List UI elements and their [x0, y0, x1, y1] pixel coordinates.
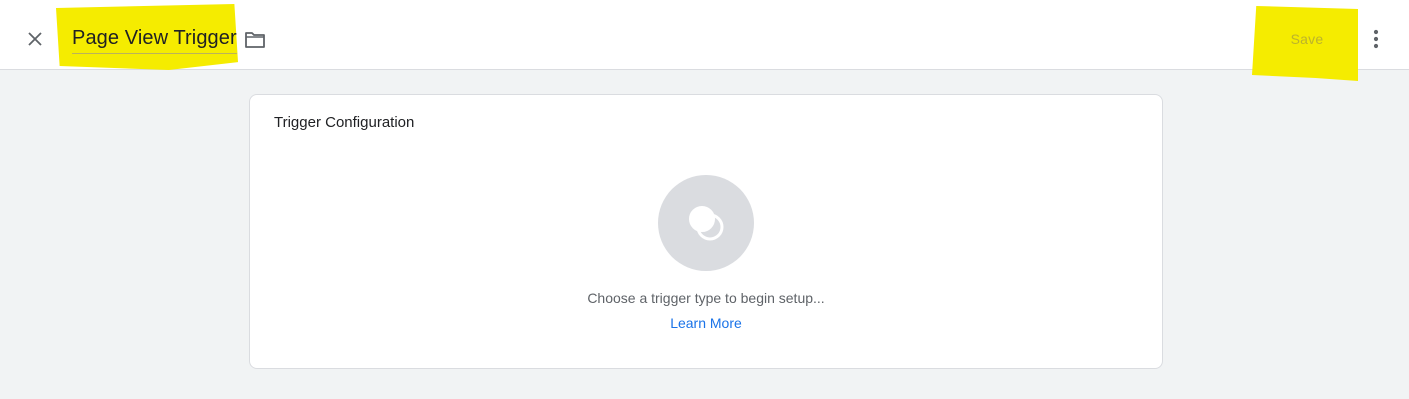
folder-button[interactable]	[242, 28, 268, 52]
save-button[interactable]: Save	[1268, 26, 1346, 52]
trigger-name-field[interactable]: Page View Trigger	[72, 27, 237, 54]
card-title: Trigger Configuration	[274, 114, 415, 131]
trigger-configuration-card: Trigger Configuration Choose a trigger t…	[249, 94, 1163, 369]
choose-trigger-type-button[interactable]	[658, 175, 754, 271]
learn-more-link[interactable]: Learn More	[250, 315, 1162, 331]
more-options-button[interactable]	[1364, 26, 1388, 52]
top-bar: Page View Trigger Save	[0, 0, 1409, 81]
folder-icon	[245, 32, 265, 48]
trigger-type-icon	[689, 206, 724, 241]
more-vert-icon	[1373, 29, 1379, 49]
close-icon	[28, 32, 42, 46]
setup-hint-text: Choose a trigger type to begin setup...	[587, 290, 825, 306]
close-button[interactable]	[20, 24, 50, 54]
